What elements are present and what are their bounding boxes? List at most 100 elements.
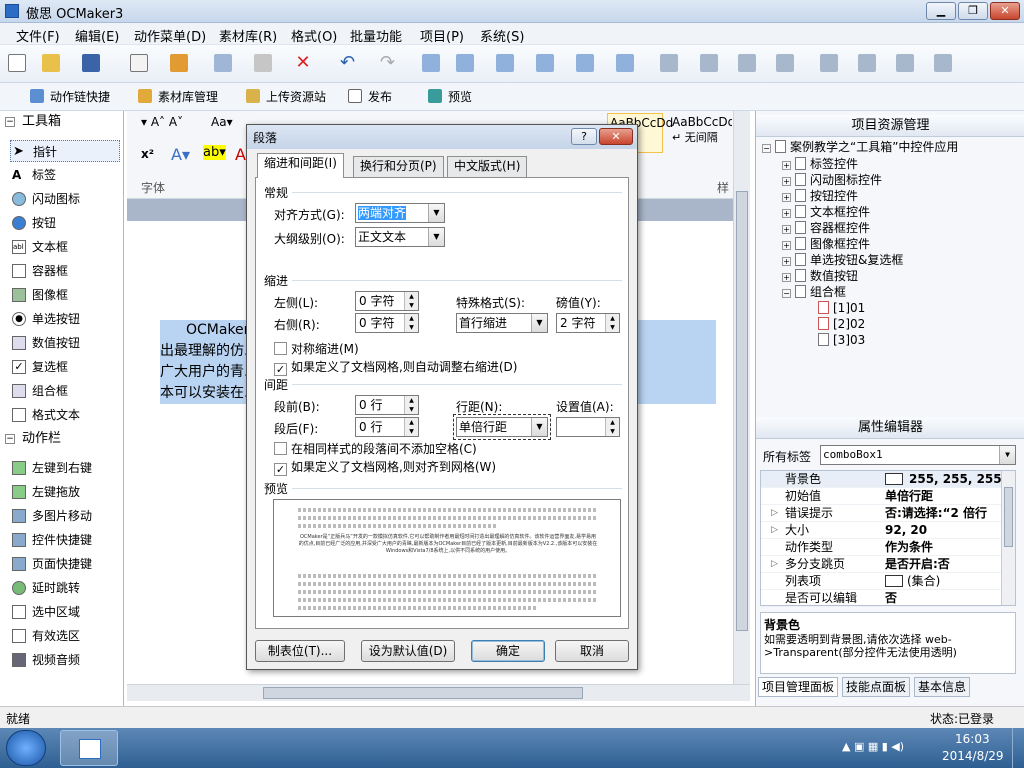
expand-icon[interactable]: + [782,273,791,282]
library-manage-button[interactable]: 素材库管理 [138,88,218,105]
expand-icon[interactable]: + [782,177,791,186]
expand-icon[interactable]: ▷ [771,556,778,573]
toolbox-item-spinner[interactable]: 数值按钮 [10,332,120,354]
menu-library[interactable]: 素材库(R) [219,26,277,45]
prop-row[interactable]: 列表项 (集合) [761,573,1001,590]
ok-button[interactable]: 确定 [471,640,545,662]
new-icon[interactable] [8,54,26,72]
spin-arrows-icon[interactable]: ▲ ▼ [404,314,418,332]
action-left-right[interactable]: 左键到右键 [10,457,120,479]
action-delay-jump[interactable]: 延时跳转 [10,577,120,599]
tab-asian-typography[interactable]: 中文版式(H) [447,156,528,177]
same-size-icon[interactable] [776,54,794,72]
toolbox-item-pointer[interactable]: ➤ 指针 [10,140,120,162]
center-form-icon[interactable] [934,54,952,72]
no-space-checkbox[interactable]: 在相同样式的段落间不添加空格(C) [274,442,477,456]
align-bottom-icon[interactable] [616,54,634,72]
save-icon[interactable] [82,54,100,72]
undo-icon[interactable]: ↶ [340,54,358,72]
toolbox-item-radio[interactable]: ● 单选按钮 [10,308,120,330]
menu-edit[interactable]: 编辑(E) [75,26,119,45]
mirror-indent-checkbox[interactable]: 对称缩进(M) [274,342,359,356]
props-object-select[interactable]: comboBox1 ▼ [820,445,1016,465]
tree-node-spinner[interactable]: + 数值按钮 [782,268,858,284]
indent-left-spinner[interactable]: 0 字符 ▲ ▼ [355,291,419,311]
spin-arrows-icon[interactable]: ▲ ▼ [404,396,418,414]
collapse-icon[interactable]: − [762,144,771,153]
toolbox-item-button[interactable]: 按钮 [10,212,120,234]
collapse-icon[interactable]: − [782,289,791,298]
toolbox-item-flash[interactable]: 闪动图标 [10,188,120,210]
expand-icon[interactable]: + [782,161,791,170]
show-desktop-button[interactable] [1012,728,1024,768]
action-select-area[interactable]: 选中区域 [10,601,120,623]
prop-row[interactable]: ▷ 大小 92, 20 [761,522,1001,539]
align-right-icon[interactable] [496,54,514,72]
canvas-vscroll[interactable] [733,111,750,686]
tree-node-label[interactable]: + 标签控件 [782,156,858,172]
tab-line-page-break[interactable]: 换行和分页(P) [353,156,444,177]
text-effects-button[interactable]: A▾ [171,145,190,164]
dialog-close-button[interactable]: ✕ [599,128,633,145]
actionbar-header[interactable]: − 动作栏 [0,428,124,450]
toolbox-item-richtext[interactable]: 格式文本 [10,404,120,426]
decrease-space-icon[interactable] [896,54,914,72]
prop-row[interactable]: 是否可以编辑 否 [761,590,1001,607]
tree-leaf-1[interactable]: [1]01 [818,300,865,316]
toolbox-item-checkbox[interactable]: ✓ 复选框 [10,356,120,378]
prop-row[interactable]: 背景色 255, 255, 255 [761,471,1001,488]
delete-icon[interactable]: ✕ [294,54,312,72]
highlight-button[interactable]: ab▾ [203,145,226,160]
expand-icon[interactable]: ▷ [771,522,778,539]
expand-icon[interactable]: + [782,241,791,250]
action-page-shortcut[interactable]: 页面快捷键 [10,553,120,575]
toolbox-item-textbox[interactable]: abl 文本框 [10,236,120,258]
menu-file[interactable]: 文件(F) [16,26,60,45]
action-video-audio[interactable]: 视频音频 [10,649,120,671]
tree-node-combo[interactable]: − 组合框 [782,284,846,300]
close-button[interactable]: ✕ [990,2,1020,20]
toolbox-item-container[interactable]: 容器框 [10,260,120,282]
prop-row[interactable]: 动作类型 作为条件 [761,539,1001,556]
action-valid-selection[interactable]: 有效选区 [10,625,120,647]
set-default-button[interactable]: 设为默认值(D) [361,640,455,662]
before-spinner[interactable]: 0 行 ▲ ▼ [355,395,419,415]
paste-icon[interactable] [254,54,272,72]
space-h-icon[interactable] [700,54,718,72]
minimize-button[interactable]: ▁ [926,2,956,20]
increase-space-icon[interactable] [858,54,876,72]
menu-action[interactable]: 动作菜单(D) [134,26,206,45]
tree-node-image[interactable]: + 图像框控件 [782,236,870,252]
distribute-v-icon[interactable] [820,54,838,72]
expand-icon[interactable]: + [782,209,791,218]
prop-row[interactable]: ▷ 错误提示 否:请选择:“2 倍行 [761,505,1001,522]
snap-grid-checkbox[interactable]: ✓ 如果定义了文档网格,则对齐到网格(W) [274,460,496,476]
font-size-buttons[interactable]: ▾ A˄ A˅ [141,115,183,129]
action-control-shortcut[interactable]: 控件快捷键 [10,529,120,551]
cancel-button[interactable]: 取消 [555,640,629,662]
tree-node-button[interactable]: + 按钮控件 [782,188,858,204]
maximize-button[interactable]: ❐ [958,2,988,20]
menu-project[interactable]: 项目(P) [420,26,464,45]
canvas-hscroll[interactable] [127,684,750,701]
properties-icon[interactable] [130,54,148,72]
align-center-icon[interactable] [456,54,474,72]
outline-select[interactable]: 正文文本 ▼ [355,227,445,247]
distribute-h-icon[interactable] [660,54,678,72]
menu-system[interactable]: 系统(S) [480,26,524,45]
tab-skill-panel[interactable]: 技能点面板 [842,677,911,697]
at-spinner[interactable]: ▲ ▼ [556,417,620,437]
expand-icon[interactable]: ▷ [771,505,778,522]
spin-arrows-icon[interactable]: ▲ ▼ [404,418,418,436]
menu-format[interactable]: 格式(O) [291,26,337,45]
props-scroll-thumb[interactable] [1004,487,1013,547]
space-v-icon[interactable] [738,54,756,72]
start-button[interactable] [6,730,46,766]
align-middle-icon[interactable] [576,54,594,72]
vscroll-thumb[interactable] [736,191,748,631]
tree-leaf-2[interactable]: [2]02 [818,316,865,332]
expand-icon[interactable]: + [782,193,791,202]
tree-leaf-3[interactable]: [3]03 [818,332,865,348]
change-case-button[interactable]: Aa▾ [211,115,233,129]
menu-batch[interactable]: 批量功能 [350,26,402,45]
